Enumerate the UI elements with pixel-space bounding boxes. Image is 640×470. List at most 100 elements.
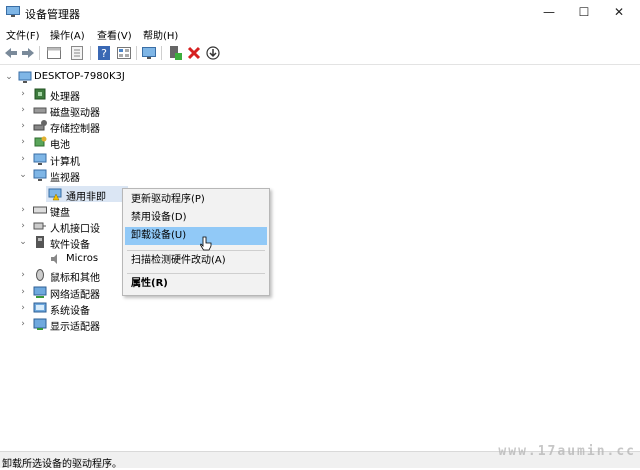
chevron-right-icon[interactable]: › (18, 218, 28, 234)
tree-item-label: 显示适配器 (50, 322, 100, 333)
tree-item-mouse[interactable]: › 鼠标和其他 (0, 267, 120, 284)
title-bar: 设备管理器 — ☐ ✕ (0, 0, 640, 24)
tree-item-display-adapter[interactable]: › 显示适配器 (0, 316, 200, 333)
show-hidden-icon[interactable] (69, 45, 85, 61)
menu-item-label: 属性(R) (131, 278, 168, 289)
tree-item-label: 通用非即 (66, 192, 106, 203)
tree-item-microsoft-device[interactable]: Micros (0, 251, 120, 267)
chevron-down-icon[interactable]: ⌄ (18, 234, 28, 250)
display-adapter-icon (33, 318, 47, 330)
chevron-right-icon[interactable]: › (18, 102, 28, 118)
menu-item-label: 扫描检测硬件改动(A) (131, 255, 226, 266)
tree-item-generic-monitor[interactable]: 通用非即 (0, 186, 130, 203)
chevron-right-icon[interactable]: › (18, 300, 28, 316)
hid-icon (33, 222, 46, 230)
network-icon (33, 286, 47, 298)
tree-item-computer[interactable]: › 计算机 (0, 151, 200, 168)
toolbar-separator (39, 46, 40, 60)
tree-item-label: 计算机 (50, 157, 80, 168)
tree-item-software-device[interactable]: ⌄ 软件设备 (0, 234, 120, 251)
menu-view[interactable]: 查看(V) (97, 27, 132, 42)
tree-item-system-devices[interactable]: › 系统设备 (0, 300, 200, 317)
menu-file[interactable]: 文件(F) (6, 27, 40, 42)
watermark: www.17aumin.cc (498, 444, 636, 459)
tree-item-label: 网络适配器 (50, 290, 100, 301)
chevron-right-icon[interactable]: › (18, 316, 28, 332)
menu-separator (127, 250, 265, 251)
chevron-down-icon[interactable]: ⌄ (4, 69, 14, 85)
tree-item-battery[interactable]: › 电池 (0, 134, 200, 151)
battery-icon (34, 136, 47, 147)
tree-item-monitor[interactable]: ⌄ 监视器 (0, 167, 200, 184)
system-icon (33, 302, 47, 313)
software-device-icon (36, 236, 44, 248)
menu-item-update-driver[interactable]: 更新驱动程序(P) (125, 191, 267, 209)
warning-monitor-icon (48, 188, 62, 201)
tree-item-label: 鼠标和其他 (50, 273, 100, 284)
tree-item-label: 监视器 (50, 173, 80, 184)
scan-monitor-icon[interactable] (141, 45, 157, 61)
toolbar: ? (0, 43, 640, 63)
tree-item-label: 软件设备 (50, 240, 90, 251)
tree-item-label: 系统设备 (50, 306, 90, 317)
hand-cursor-icon (200, 236, 212, 251)
chevron-right-icon[interactable]: › (18, 202, 28, 218)
menu-separator (127, 273, 265, 274)
chevron-right-icon[interactable]: › (18, 118, 28, 134)
chevron-right-icon[interactable]: › (18, 86, 28, 102)
tree-root[interactable]: ⌄ DESKTOP-7980K3J (0, 69, 200, 85)
back-icon[interactable] (3, 45, 19, 61)
menu-help[interactable]: 帮助(H) (143, 27, 178, 42)
menu-item-label: 卸载设备(U) (131, 230, 187, 241)
menu-item-disable-device[interactable]: 禁用设备(D) (125, 209, 267, 227)
mouse-icon (36, 269, 44, 281)
toolbar-separator (136, 46, 137, 60)
tree-item-label: 键盘 (50, 208, 70, 219)
tree-item-disk[interactable]: › 磁盘驱动器 (0, 102, 200, 119)
properties-view-icon[interactable] (46, 45, 62, 61)
close-button[interactable]: ✕ (596, 0, 640, 24)
monitor-icon (33, 169, 47, 181)
menu-item-label: 禁用设备(D) (131, 212, 187, 223)
toolbar-separator (90, 46, 91, 60)
tree-item-label: 电池 (50, 140, 70, 151)
chevron-right-icon[interactable]: › (18, 284, 28, 300)
tree-item-label: 人机接口设 (50, 224, 100, 235)
menu-item-scan-hardware[interactable]: 扫描检测硬件改动(A) (125, 252, 267, 270)
computer-icon (18, 71, 32, 83)
storage-icon (33, 120, 47, 131)
chevron-right-icon[interactable]: › (18, 134, 28, 150)
update-driver-icon[interactable] (167, 45, 183, 61)
disable-icon[interactable] (205, 45, 221, 61)
tree-item-processor[interactable]: › 处理器 (0, 86, 200, 103)
tree-item-label: Micros (66, 253, 99, 264)
device-manager-app-icon (6, 6, 20, 17)
tree-item-keyboard[interactable]: › 键盘 (0, 202, 120, 219)
toolbar-divider (0, 64, 640, 65)
computer-icon (33, 153, 47, 165)
tree-item-hid[interactable]: › 人机接口设 (0, 218, 120, 235)
chevron-down-icon[interactable]: ⌄ (18, 167, 28, 183)
svg-text:?: ? (101, 47, 107, 60)
uninstall-icon[interactable] (186, 45, 202, 61)
forward-icon[interactable] (20, 45, 36, 61)
speaker-icon (51, 254, 57, 264)
menu-action[interactable]: 操作(A) (50, 27, 85, 42)
toolbar-separator (161, 46, 162, 60)
chevron-right-icon[interactable]: › (18, 151, 28, 167)
disk-icon (33, 107, 47, 114)
chevron-right-icon[interactable]: › (18, 267, 28, 283)
window-title: 设备管理器 (25, 8, 80, 21)
menu-bar: 文件(F) 操作(A) 查看(V) 帮助(H) (0, 24, 640, 42)
tree-root-label: DESKTOP-7980K3J (34, 71, 125, 82)
context-menu: 更新驱动程序(P) 禁用设备(D) 卸载设备(U) 扫描检测硬件改动(A) 属性… (122, 188, 270, 296)
menu-item-label: 更新驱动程序(P) (131, 194, 205, 205)
help-icon[interactable]: ? (96, 45, 112, 61)
grid-view-icon[interactable] (116, 45, 132, 61)
menu-item-properties[interactable]: 属性(R) (125, 275, 267, 293)
keyboard-icon (33, 206, 47, 214)
menu-item-uninstall-device[interactable]: 卸载设备(U) (125, 227, 267, 245)
tree-item-storage[interactable]: › 存储控制器 (0, 118, 200, 135)
tree-item-label: 处理器 (50, 92, 80, 103)
tree-item-label: 磁盘驱动器 (50, 108, 100, 119)
